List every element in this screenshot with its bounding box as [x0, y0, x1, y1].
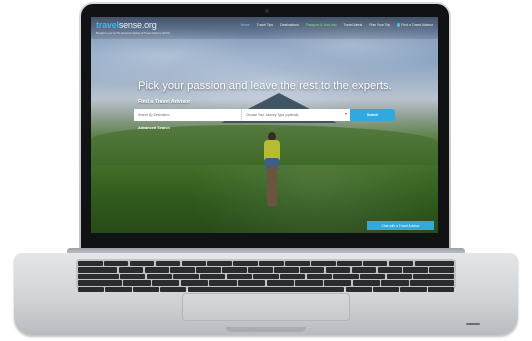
site-logo[interactable]: travelsense.org — [96, 20, 157, 30]
site-tagline: Brought to you by The American Society o… — [96, 32, 170, 35]
destination-search-input[interactable] — [134, 109, 242, 121]
nav-find-advisor-link[interactable]: Find a Travel Advisor — [397, 23, 433, 27]
hiker-illustration — [261, 132, 283, 212]
top-nav: travelsense.org Brought to you by The Am… — [91, 17, 438, 39]
lid-notch — [226, 327, 306, 332]
webcam-icon — [265, 9, 269, 13]
nav-item-home[interactable]: Home — [241, 23, 250, 27]
journey-type-placeholder: Choose Your Journey Type (optional) — [246, 113, 299, 117]
hero-headline: Pick your passion and leave the rest to … — [138, 80, 392, 92]
search-button[interactable]: Search — [350, 109, 395, 121]
advanced-search-link[interactable]: Advanced Search — [138, 126, 170, 130]
map-pin-icon — [397, 23, 401, 27]
status-led — [466, 323, 480, 325]
logo-main: travel — [96, 20, 119, 30]
nav-item-travel-alerts[interactable]: Travel Alerts — [343, 23, 362, 27]
journey-type-select[interactable]: Choose Your Journey Type (optional) — [242, 109, 350, 121]
find-advisor-heading: Find a Travel Advisor — [138, 99, 191, 105]
advisor-search-form: Choose Your Journey Type (optional) Sear… — [134, 109, 395, 121]
nav-item-plan-trip[interactable]: Plan Your Trip — [369, 23, 390, 27]
nav-item-passport-visa[interactable]: Passport & Visa Info — [306, 23, 337, 27]
nav-find-advisor-label: Find a Travel Advisor — [401, 23, 433, 27]
chevron-down-icon — [345, 113, 347, 115]
keyboard — [76, 259, 456, 293]
nav-links: Home Travel Tips Destinations Passport &… — [241, 23, 433, 27]
chat-advisor-button[interactable]: Chat with a Travel Advisor — [367, 221, 434, 230]
browser-screen: travelsense.org Brought to you by The Am… — [91, 17, 438, 233]
nav-item-travel-tips[interactable]: Travel Tips — [257, 23, 273, 27]
logo-tld: sense.org — [118, 20, 157, 30]
laptop-base — [14, 253, 518, 335]
nav-item-destinations[interactable]: Destinations — [280, 23, 299, 27]
trackpad — [182, 293, 350, 321]
